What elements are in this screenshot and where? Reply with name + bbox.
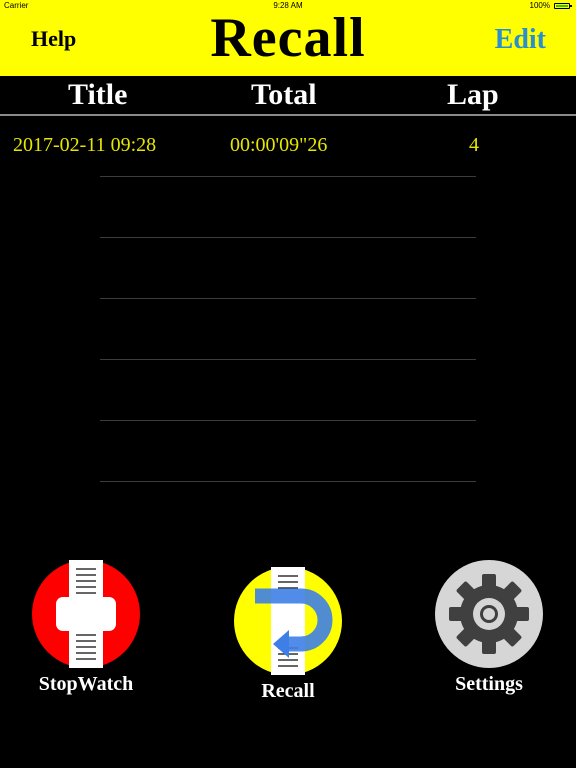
row-divider bbox=[100, 359, 476, 360]
header-lap: Lap bbox=[447, 78, 499, 111]
header-title: Title bbox=[68, 78, 128, 111]
row-lap: 4 bbox=[469, 134, 479, 156]
row-divider bbox=[100, 420, 476, 421]
row-title: 2017-02-11 09:28 bbox=[13, 134, 157, 156]
table-row[interactable]: 2017-02-11 09:28 00:00'09"26 4 bbox=[0, 118, 576, 176]
header-total: Total bbox=[251, 78, 317, 111]
row-divider bbox=[100, 298, 476, 299]
page-title: Recall bbox=[210, 7, 366, 69]
recall-icon bbox=[234, 567, 342, 675]
table-header: Title Total Lap bbox=[0, 76, 576, 114]
tab-stopwatch-label: StopWatch bbox=[38, 673, 134, 695]
row-total: 00:00'09"26 bbox=[230, 134, 328, 156]
tab-settings-label: Settings bbox=[455, 673, 523, 695]
row-divider bbox=[100, 237, 476, 238]
row-divider bbox=[100, 176, 476, 177]
tab-settings[interactable]: Settings bbox=[424, 559, 554, 696]
navigation-bar: Help Recall Edit bbox=[0, 7, 576, 76]
header-divider bbox=[0, 114, 576, 116]
tab-recall-label: Recall bbox=[261, 680, 315, 702]
row-divider bbox=[100, 481, 476, 482]
stopwatch-icon bbox=[32, 560, 140, 668]
gear-icon bbox=[435, 560, 543, 668]
tab-stopwatch[interactable]: StopWatch bbox=[21, 559, 151, 696]
edit-button[interactable]: Edit bbox=[495, 24, 546, 56]
tab-recall[interactable]: Recall bbox=[223, 566, 353, 703]
